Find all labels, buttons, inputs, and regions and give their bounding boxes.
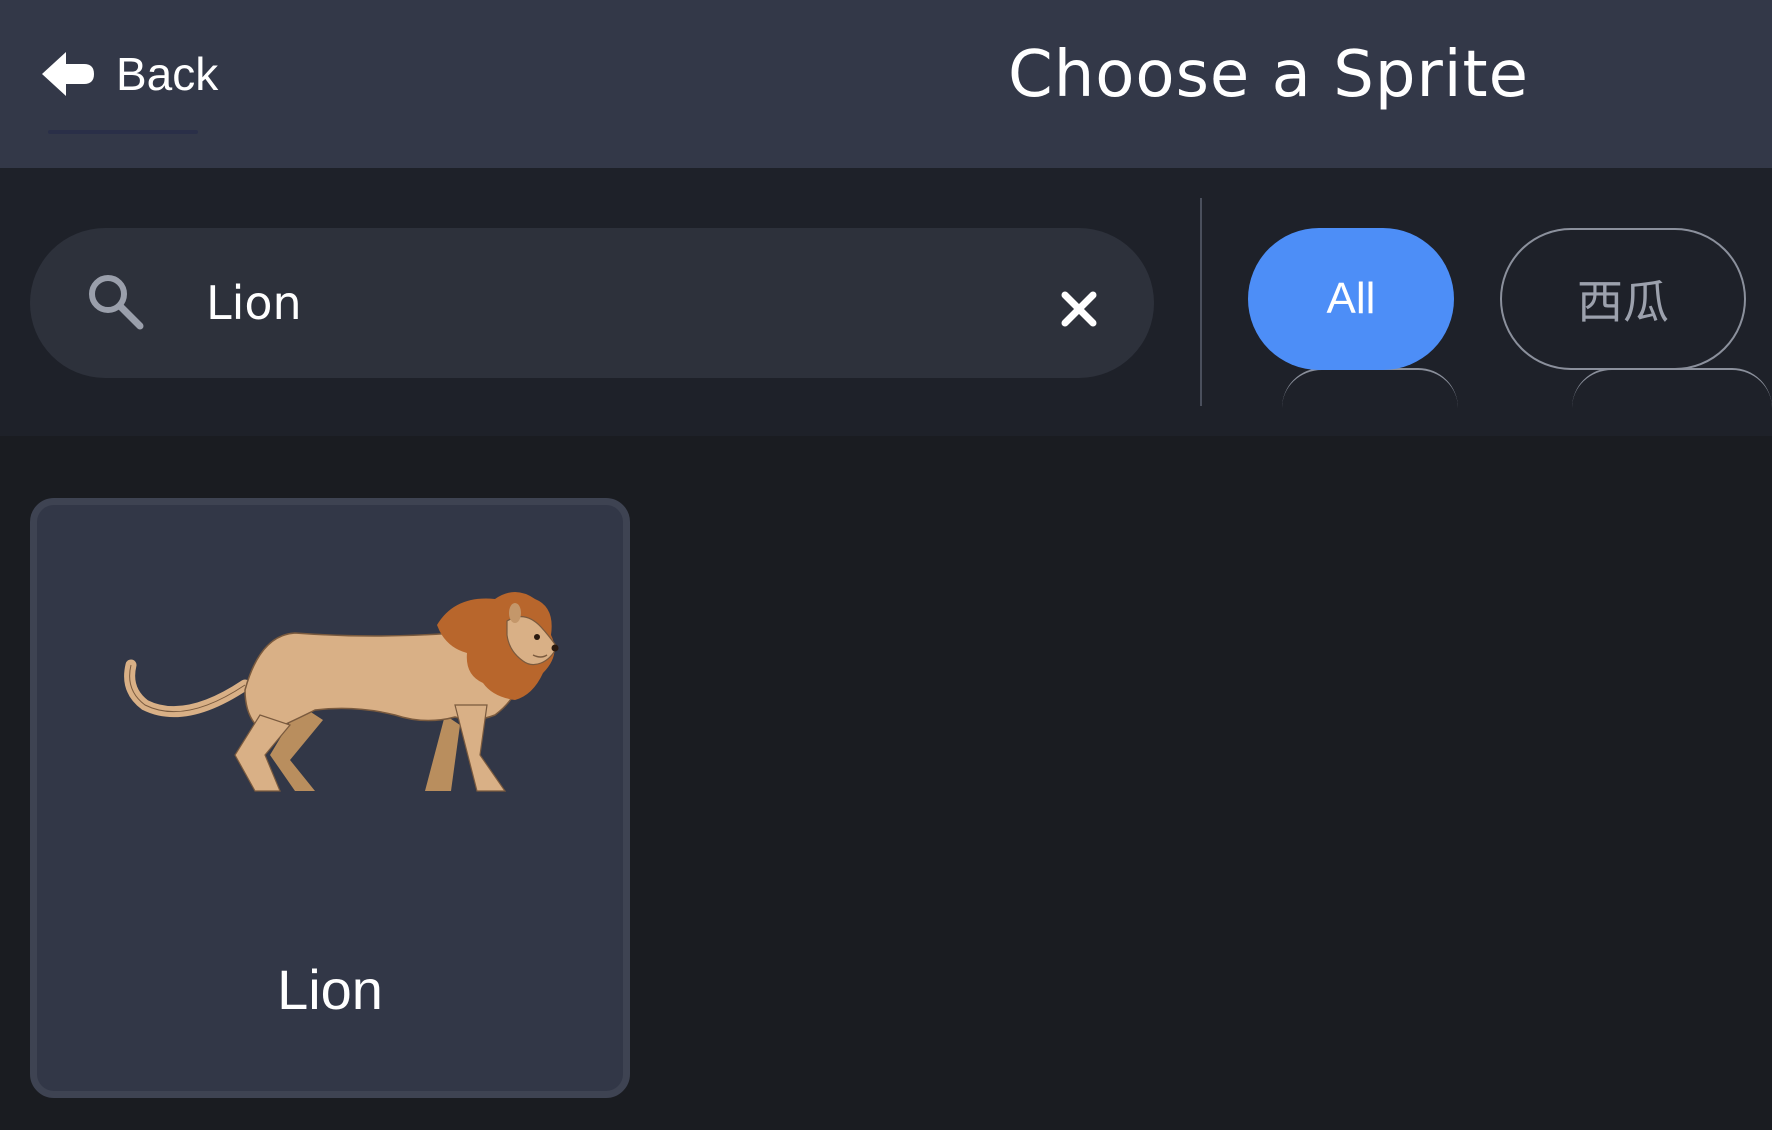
filter-divider (1200, 198, 1202, 406)
back-button[interactable]: Back (40, 42, 218, 106)
sprite-grid: Lion (0, 436, 1772, 1130)
page-title: Choose a Sprite (1008, 38, 1529, 112)
arrow-left-icon (42, 52, 94, 96)
filter-tag-watermelon[interactable]: 西瓜 (1500, 228, 1746, 370)
pill-shadow (1572, 368, 1772, 408)
back-focus-underline (48, 130, 198, 134)
filter-bar: All 西瓜 (0, 168, 1772, 436)
clear-search-button[interactable] (1050, 280, 1108, 338)
back-label: Back (116, 48, 219, 100)
search-icon (89, 275, 144, 330)
header-bar: Back Choose a Sprite (0, 0, 1772, 168)
sprite-card-lion[interactable]: Lion (30, 498, 630, 1098)
close-icon (1061, 291, 1097, 327)
search-input[interactable] (206, 270, 1006, 336)
lion-icon (124, 592, 559, 792)
sprite-name: Lion (277, 958, 383, 1021)
pill-shadow (1282, 368, 1458, 408)
filter-tag-all[interactable]: All (1248, 228, 1454, 370)
